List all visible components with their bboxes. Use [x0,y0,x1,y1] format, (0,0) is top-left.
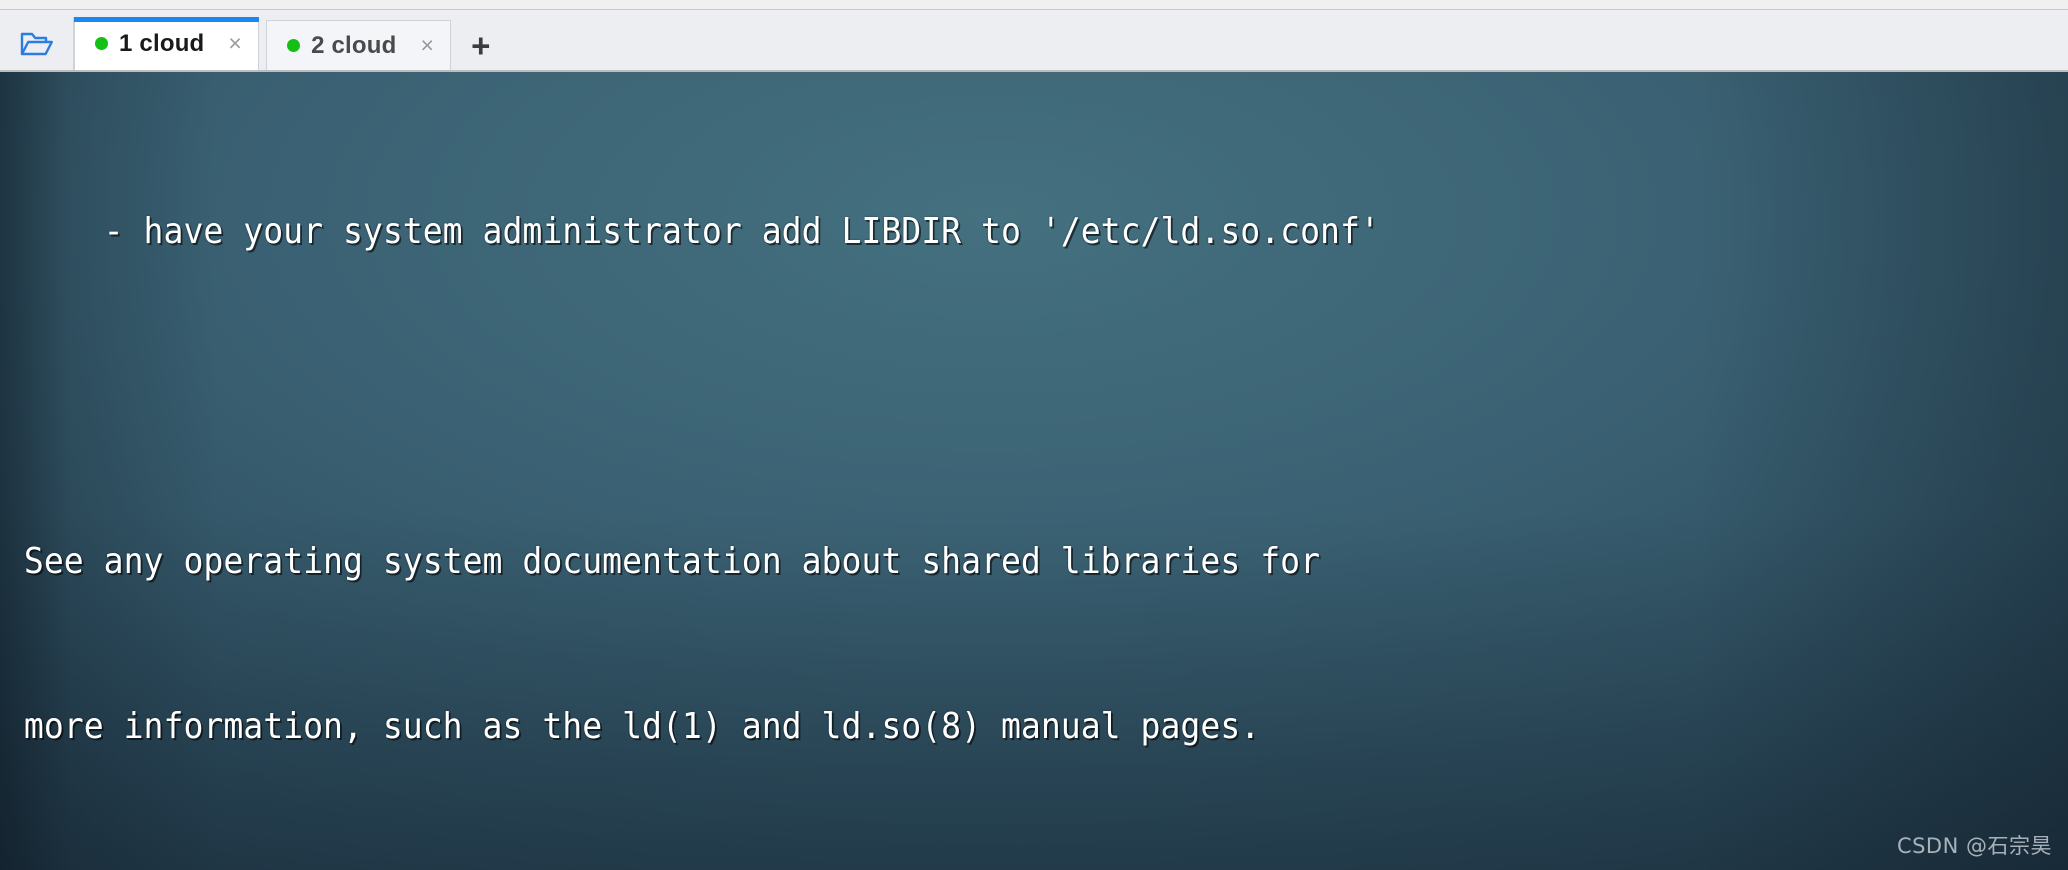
window-top-strip [0,0,2068,10]
open-folder-button[interactable] [0,17,74,70]
tab-bar-empty-space [508,17,2068,70]
terminal-line: See any operating system documentation a… [23,541,1321,582]
terminal-line: ----------------------------------------… [24,864,1903,870]
tab-1-cloud[interactable]: 1 cloud × [74,17,260,70]
open-folder-icon [20,30,54,58]
tab-label: 1 cloud [119,29,205,57]
tab-label: 2 cloud [311,31,397,59]
tab-status-dot-icon [95,37,108,50]
csdn-watermark: CSDN @石宗昊 [1896,834,2052,858]
tab-2-cloud[interactable]: 2 cloud × [266,20,452,70]
tab-status-dot-icon [287,39,301,52]
terminal-line: more information, such as the ld(1) and … [23,706,1261,747]
tab-close-icon[interactable]: × [222,32,242,55]
terminal-app-window: 1 cloud × 2 cloud × + - have your system… [0,0,2068,870]
new-tab-button[interactable]: + [451,20,508,70]
terminal-line: - have your system administrator add LIB… [23,211,1380,252]
terminal-output-pane[interactable]: - have your system administrator add LIB… [0,72,2068,870]
terminal-text: - have your system administrator add LIB… [0,72,1903,870]
tab-bar: 1 cloud × 2 cloud × + [0,10,2068,72]
tab-close-icon[interactable]: × [414,34,434,57]
